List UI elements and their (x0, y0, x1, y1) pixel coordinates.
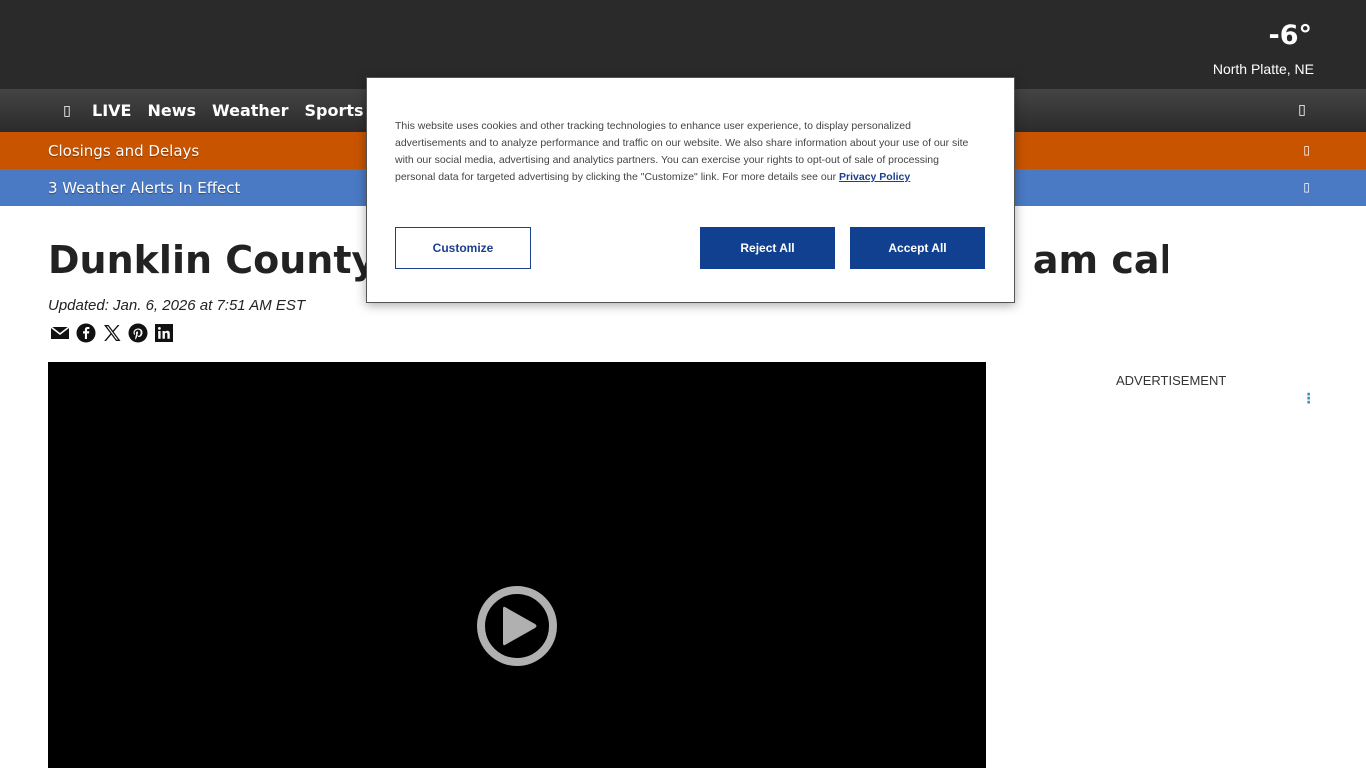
nav-item-live[interactable]: LIVE (92, 101, 131, 120)
nav-item-news[interactable]: News (147, 101, 196, 120)
reject-all-button[interactable]: Reject All (700, 227, 835, 269)
play-icon[interactable] (476, 585, 558, 667)
consent-text: This website uses cookies and other trac… (395, 120, 969, 183)
nav-item-sports[interactable]: Sports (305, 101, 364, 120)
updated-timestamp: Updated: Jan. 6, 2026 at 7:51 AM EST (48, 297, 306, 314)
privacy-policy-link[interactable]: Privacy Policy (839, 171, 910, 183)
customize-button[interactable]: Customize (395, 227, 531, 269)
cookie-consent-dialog: This website uses cookies and other trac… (366, 77, 1015, 303)
chevron-right-icon: ▯ (1303, 180, 1310, 194)
site-header: -6° North Platte, NE (0, 0, 1366, 89)
share-bar (50, 323, 174, 343)
search-icon[interactable]: ▯ (1295, 102, 1309, 118)
ad-options-icon[interactable]: · · · (1306, 388, 1311, 410)
x-icon[interactable] (102, 323, 122, 343)
email-icon[interactable] (50, 323, 70, 343)
closings-label: Closings and Delays (48, 141, 200, 160)
linkedin-icon[interactable] (154, 323, 174, 343)
menu-icon[interactable]: ▯ (60, 103, 74, 119)
nav-item-weather[interactable]: Weather (212, 101, 289, 120)
headline-left: Dunklin County S (48, 238, 417, 282)
weather-temperature[interactable]: -6° (1269, 20, 1313, 51)
weather-location[interactable]: North Platte, NE (1213, 61, 1314, 77)
advertisement-label: ADVERTISEMENT (1116, 373, 1227, 388)
chevron-right-icon: ▯ (1303, 143, 1310, 157)
pinterest-icon[interactable] (128, 323, 148, 343)
accept-all-button[interactable]: Accept All (850, 227, 985, 269)
alerts-label: 3 Weather Alerts In Effect (48, 178, 241, 197)
headline-right: am calls (1032, 238, 1168, 282)
video-player[interactable] (48, 362, 986, 768)
facebook-icon[interactable] (76, 323, 96, 343)
